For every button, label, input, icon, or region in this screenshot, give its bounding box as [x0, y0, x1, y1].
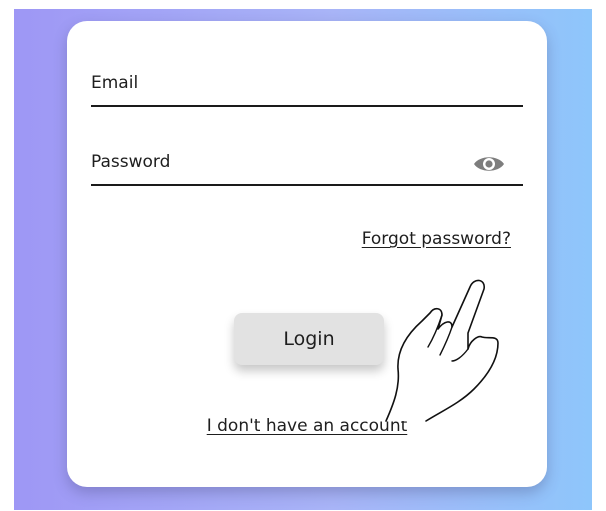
pointing-hand-icon — [385, 279, 499, 422]
email-field[interactable]: Email — [91, 65, 523, 107]
eye-icon[interactable] — [471, 150, 507, 178]
password-label: Password — [91, 152, 171, 172]
forgot-password-link[interactable]: Forgot password? — [362, 229, 511, 249]
login-card: Email Password Forgot password? Login I … — [67, 21, 547, 487]
login-button[interactable]: Login — [234, 313, 384, 365]
email-label: Email — [91, 73, 139, 93]
login-button-label: Login — [283, 328, 335, 350]
no-account-link[interactable]: I don't have an account — [67, 416, 547, 436]
password-field[interactable]: Password — [91, 144, 523, 186]
